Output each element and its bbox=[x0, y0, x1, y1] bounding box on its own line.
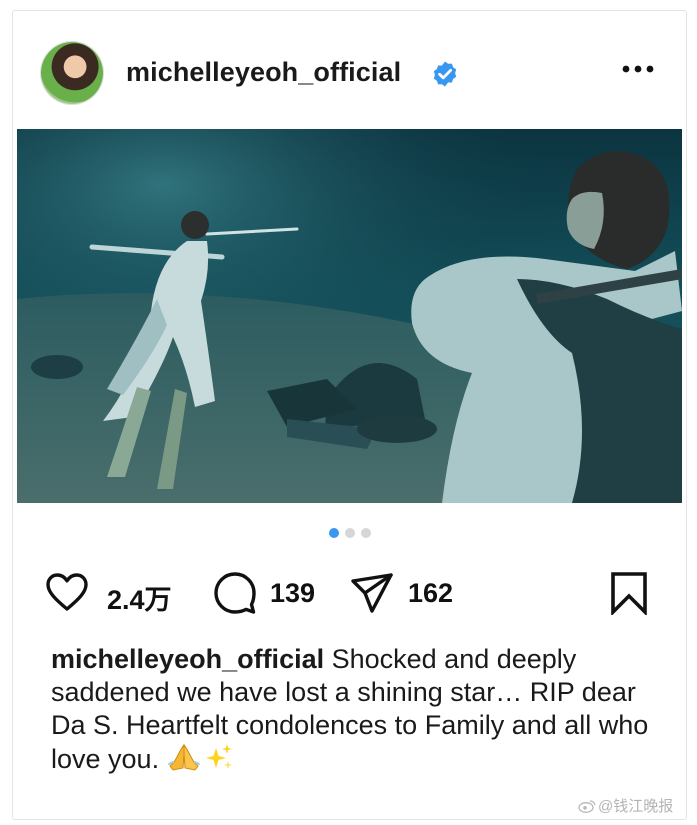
weibo-watermark: @钱江晚报 bbox=[578, 795, 673, 816]
comments-count[interactable]: 139 bbox=[270, 578, 315, 609]
shares-count[interactable]: 162 bbox=[408, 578, 453, 609]
carousel-dot[interactable] bbox=[360, 528, 371, 538]
share-send-icon[interactable] bbox=[350, 571, 394, 615]
film-still-sword-fight bbox=[17, 129, 682, 503]
carousel-dot-active[interactable] bbox=[328, 528, 339, 538]
heart-like-icon[interactable] bbox=[45, 571, 89, 615]
post-caption: michelleyeoh_official Shocked and deeply… bbox=[51, 643, 651, 776]
watermark-text: @钱江晚报 bbox=[598, 798, 674, 815]
caption-username[interactable]: michelleyeoh_official bbox=[51, 644, 324, 674]
folded-hands-emoji bbox=[167, 743, 200, 771]
post-username[interactable]: michelleyeoh_official bbox=[126, 57, 401, 88]
sparkles-emoji bbox=[205, 744, 232, 769]
likes-count[interactable]: 2.4万 bbox=[107, 578, 172, 617]
weibo-logo-icon bbox=[578, 800, 596, 813]
post-media-image[interactable] bbox=[17, 129, 682, 503]
carousel-dot[interactable] bbox=[344, 528, 355, 538]
more-horizontal-icon[interactable] bbox=[618, 55, 658, 83]
profile-avatar[interactable] bbox=[41, 42, 103, 104]
post-actions-bar: 2.4万 139 162 bbox=[13, 571, 686, 615]
bookmark-save-icon[interactable] bbox=[607, 571, 651, 615]
verified-badge-icon bbox=[433, 61, 457, 87]
instagram-post-card: michelleyeoh_official 2.4万 139 162 miche… bbox=[12, 10, 687, 820]
post-header: michelleyeoh_official bbox=[13, 11, 686, 129]
comment-bubble-icon[interactable] bbox=[213, 571, 257, 615]
carousel-indicator bbox=[13, 528, 686, 540]
